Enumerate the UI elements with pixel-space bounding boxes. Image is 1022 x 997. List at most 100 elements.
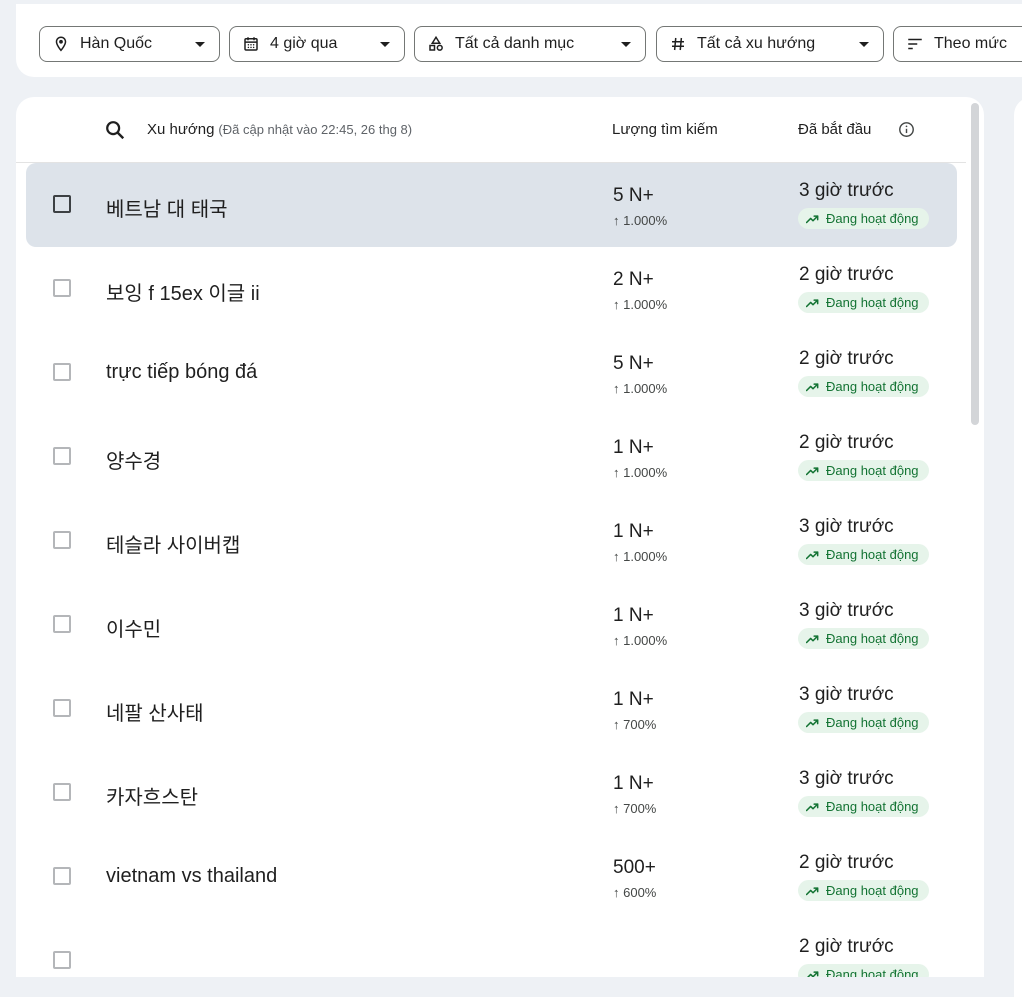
trending-up-icon bbox=[806, 298, 820, 308]
row-checkbox[interactable] bbox=[53, 363, 71, 381]
table-row[interactable]: vietnam vs thailand 500+ ↑ 600% 2 giờ trước… bbox=[26, 835, 957, 919]
sort-dropdown[interactable]: Theo mức bbox=[893, 26, 1022, 62]
trend-term[interactable]: 테슬라 사이버캡 bbox=[106, 529, 240, 558]
volume-increase: ↑ 1.000% bbox=[613, 381, 668, 396]
search-volume: 1 N+ bbox=[613, 689, 654, 710]
status-badge-label: Đang hoạt động bbox=[826, 463, 919, 478]
trending-up-icon bbox=[806, 886, 820, 896]
row-checkbox[interactable] bbox=[53, 615, 71, 633]
filter-trend-type-label: Tất cả xu hướng bbox=[697, 35, 816, 52]
hashtag-icon bbox=[672, 37, 684, 51]
status-badge-label: Đang hoạt động bbox=[826, 799, 919, 814]
chevron-down-icon bbox=[621, 41, 631, 47]
row-checkbox[interactable] bbox=[53, 279, 71, 297]
status-badge: Đang hoạt động bbox=[798, 880, 929, 901]
filter-location-dropdown[interactable]: Hàn Quốc bbox=[39, 26, 220, 62]
status-badge-label: Đang hoạt động bbox=[826, 547, 919, 562]
trend-term[interactable]: 네팔 산사태 bbox=[106, 697, 204, 726]
row-checkbox[interactable] bbox=[53, 951, 71, 969]
trending-up-icon bbox=[806, 550, 820, 560]
started-time: 2 giờ trước bbox=[799, 348, 894, 369]
started-time: 3 giờ trước bbox=[799, 516, 894, 537]
filter-time-label: 4 giờ qua bbox=[270, 35, 338, 52]
trend-term[interactable]: 보잉 f 15ex 이글 ii bbox=[106, 277, 260, 306]
last-updated-text: (Đã cập nhật vào 22:45, 26 thg 8) bbox=[218, 122, 413, 137]
location-pin-icon bbox=[55, 36, 67, 52]
volume-increase: ↑ 1.000% bbox=[613, 633, 668, 648]
trending-up-icon bbox=[806, 718, 820, 728]
column-header-trend: Xu hướng (Đã cập nhật vào 22:45, 26 thg 8… bbox=[147, 121, 412, 138]
trend-term[interactable]: trực tiếp bóng đá bbox=[106, 361, 257, 384]
sort-icon bbox=[908, 38, 922, 50]
column-header-started[interactable]: Đã bắt đầu bbox=[798, 121, 871, 138]
row-checkbox[interactable] bbox=[53, 867, 71, 885]
status-badge: Đang hoạt động bbox=[798, 208, 929, 229]
side-panel bbox=[1014, 97, 1022, 997]
trending-up-icon bbox=[806, 466, 820, 476]
started-time: 3 giờ trước bbox=[799, 600, 894, 621]
search-volume: 1 N+ bbox=[613, 521, 654, 542]
chevron-down-icon bbox=[380, 41, 390, 47]
started-time: 2 giờ trước bbox=[799, 264, 894, 285]
row-checkbox[interactable] bbox=[53, 699, 71, 717]
search-volume: 5 N+ bbox=[613, 353, 654, 374]
chevron-down-icon bbox=[195, 41, 205, 47]
row-checkbox[interactable] bbox=[53, 447, 71, 465]
filter-category-dropdown[interactable]: Tất cả danh mục bbox=[414, 26, 646, 62]
table-row[interactable]: 양수경 1 N+ ↑ 1.000% 2 giờ trước Đang hoạt động bbox=[26, 415, 957, 499]
volume-increase: ↑ 1.000% bbox=[613, 549, 668, 564]
table-row[interactable]: 베트남 대 태국 5 N+ ↑ 1.000% 3 giờ trước Đang hoạt… bbox=[26, 163, 957, 247]
trending-up-icon bbox=[806, 970, 820, 977]
trending-up-icon bbox=[806, 802, 820, 812]
volume-increase: ↑ 1.000% bbox=[613, 213, 668, 228]
trends-table: Xu hướng (Đã cập nhật vào 22:45, 26 thg 8… bbox=[16, 97, 984, 977]
filter-trend-type-dropdown[interactable]: Tất cả xu hướng bbox=[656, 26, 884, 62]
status-badge-label: Đang hoạt động bbox=[826, 883, 919, 898]
info-icon[interactable] bbox=[898, 121, 915, 138]
status-badge: Đang hoạt động bbox=[798, 460, 929, 481]
filter-time-dropdown[interactable]: 4 giờ qua bbox=[229, 26, 405, 62]
table-row[interactable]: 네팔 산사태 1 N+ ↑ 700% 3 giờ trước Đang hoạt độn… bbox=[26, 667, 957, 751]
table-row[interactable]: 테슬라 사이버캡 1 N+ ↑ 1.000% 3 giờ trước Đang hoạt… bbox=[26, 499, 957, 583]
status-badge: Đang hoạt động bbox=[798, 712, 929, 733]
column-header-volume[interactable]: Lượng tìm kiếm bbox=[612, 121, 718, 138]
filter-location-label: Hàn Quốc bbox=[80, 35, 153, 52]
status-badge: Đang hoạt động bbox=[798, 964, 929, 977]
search-volume: 500+ bbox=[613, 857, 656, 878]
search-volume: 1 N+ bbox=[613, 773, 654, 794]
status-badge-label: Đang hoạt động bbox=[826, 295, 919, 310]
trend-term[interactable]: vietnam vs thailand bbox=[106, 865, 277, 888]
scrollbar[interactable] bbox=[971, 103, 979, 425]
status-badge-label: Đang hoạt động bbox=[826, 631, 919, 646]
status-badge: Đang hoạt động bbox=[798, 292, 929, 313]
row-checkbox[interactable] bbox=[53, 531, 71, 549]
status-badge: Đang hoạt động bbox=[798, 376, 929, 397]
trend-term[interactable]: 베트남 대 태국 bbox=[106, 193, 228, 222]
status-badge: Đang hoạt động bbox=[798, 544, 929, 565]
row-checkbox[interactable] bbox=[53, 195, 71, 213]
table-row[interactable]: 이수민 1 N+ ↑ 1.000% 3 giờ trước Đang hoạt động bbox=[26, 583, 957, 667]
sort-label: Theo mức bbox=[934, 35, 1007, 52]
table-row[interactable]: 보잉 f 15ex 이글 ii 2 N+ ↑ 1.000% 2 giờ trước Đa… bbox=[26, 247, 957, 331]
table-row[interactable]: 카자흐스탄 1 N+ ↑ 700% 3 giờ trước Đang hoạt động bbox=[26, 751, 957, 835]
trend-term[interactable]: 양수경 bbox=[106, 445, 161, 474]
started-time: 2 giờ trước bbox=[799, 852, 894, 873]
status-badge-label: Đang hoạt động bbox=[826, 967, 919, 977]
table-row[interactable]: trực tiếp bóng đá 5 N+ ↑ 1.000% 2 giờ trước… bbox=[26, 331, 957, 415]
table-row[interactable]: 2 giờ trước Đang hoạt động bbox=[26, 919, 957, 977]
search-volume: 1 N+ bbox=[613, 437, 654, 458]
trend-term[interactable]: 카자흐스탄 bbox=[106, 781, 198, 810]
trend-term[interactable]: 이수민 bbox=[106, 613, 161, 642]
started-time: 3 giờ trước bbox=[799, 768, 894, 789]
category-shapes-icon bbox=[429, 35, 443, 51]
table-header: Xu hướng (Đã cập nhật vào 22:45, 26 thg 8… bbox=[16, 97, 966, 163]
volume-increase: ↑ 700% bbox=[613, 717, 657, 732]
volume-increase: ↑ 700% bbox=[613, 801, 657, 816]
status-badge: Đang hoạt động bbox=[798, 628, 929, 649]
volume-increase: ↑ 600% bbox=[613, 885, 657, 900]
row-checkbox[interactable] bbox=[53, 783, 71, 801]
filter-category-label: Tất cả danh mục bbox=[455, 35, 575, 52]
started-time: 2 giờ trước bbox=[799, 432, 894, 453]
trending-up-icon bbox=[806, 634, 820, 644]
search-icon[interactable] bbox=[104, 119, 126, 141]
